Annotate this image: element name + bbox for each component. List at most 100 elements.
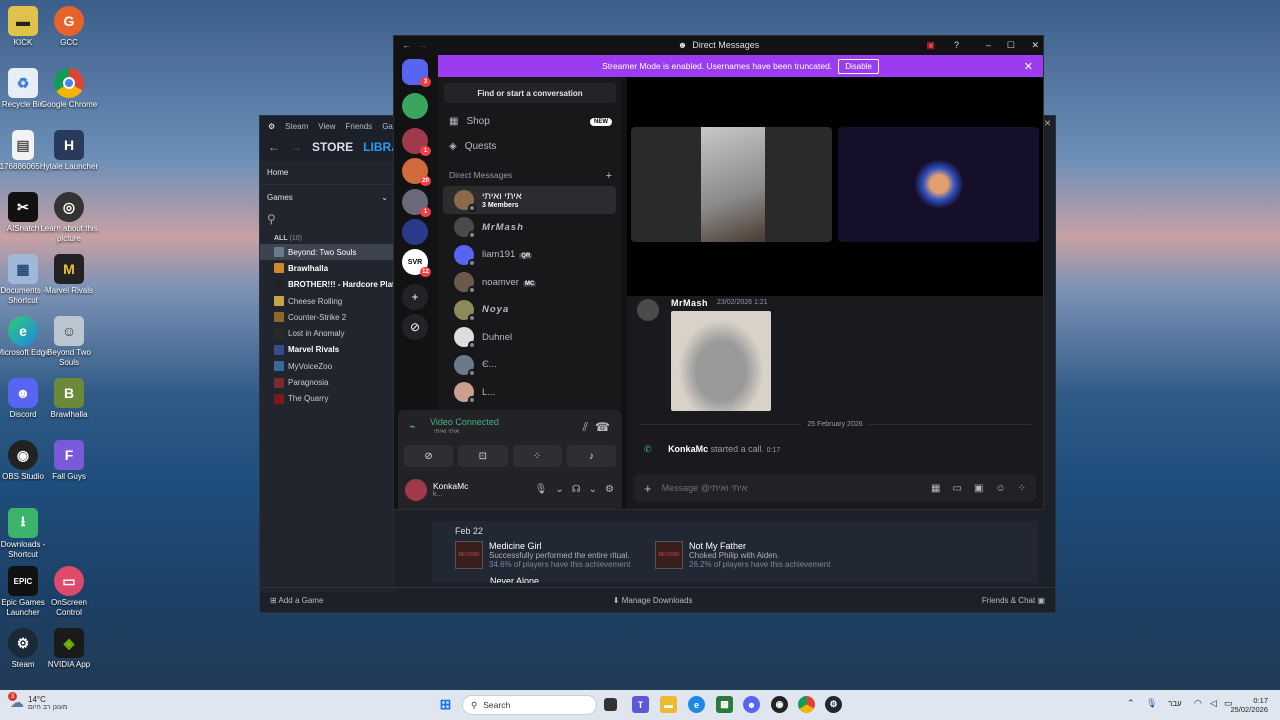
maximize-icon[interactable]: ☐ [1007, 40, 1015, 51]
explore-icon[interactable]: ⊘ [402, 314, 428, 340]
game-list-item[interactable]: MyVoiceZoo [260, 358, 395, 374]
desktop-icon-beyond[interactable]: ☺ Beyond Two Souls [46, 316, 92, 368]
chevron-down-icon[interactable]: ⌄ [589, 484, 597, 495]
game-list-item[interactable]: Beyond: Two Souls [260, 244, 395, 261]
server-avatar-icon[interactable]: 1 [402, 189, 431, 217]
task-view-icon[interactable] [604, 698, 617, 711]
desktop-icon-learn-picture[interactable]: ◎ Learn about this picture [40, 192, 98, 244]
store-tab[interactable]: STORE [312, 140, 353, 154]
video-tile[interactable] [838, 127, 1039, 242]
game-list-item[interactable]: Cheese Rolling [260, 293, 395, 309]
file-explorer-icon[interactable]: ▬ [660, 696, 677, 713]
sticker-icon[interactable]: ▣ [974, 483, 983, 494]
desktop-icon-hytale[interactable]: H Hytale Launcher [40, 130, 98, 172]
add-attachment-icon[interactable]: + [644, 481, 652, 496]
dm-list-item[interactable]: Noya [443, 296, 616, 324]
microphone-icon[interactable]: 🎙 [1146, 698, 1157, 709]
dm-list-item[interactable]: Є... [443, 351, 616, 379]
server-avatar-icon[interactable] [402, 93, 428, 119]
language-indicator[interactable]: עבר [1168, 699, 1182, 708]
steam-icon[interactable]: ⚙ [825, 696, 842, 713]
nav-shop[interactable]: ▦ Shop NEW [438, 109, 622, 134]
desktop-icon-brawlhalla[interactable]: B Brawlhalla [46, 378, 92, 420]
settings-gear-icon[interactable]: ⚙ [605, 484, 614, 495]
dm-list-item[interactable]: noamver MC [443, 269, 616, 297]
desktop-icon-nvidia[interactable]: ◈ NVIDIA App [46, 628, 92, 670]
back-arrow-icon[interactable]: ← [268, 140, 280, 154]
close-icon[interactable]: ✕ [1031, 40, 1039, 51]
obs-icon[interactable]: ◉ [771, 696, 788, 713]
game-list-item[interactable]: Marvel Rivals [260, 342, 395, 358]
server-avatar-icon[interactable]: 1 [402, 128, 431, 156]
achievement-item[interactable]: BEYOND Not My Father Choked Philip with A… [655, 541, 830, 569]
game-list-item[interactable]: Lost in Anomaly [260, 325, 395, 341]
discord-home-icon[interactable]: 3 [402, 59, 431, 87]
chrome-icon[interactable] [798, 696, 815, 713]
library-home[interactable]: Home [260, 161, 395, 185]
forward-arrow-icon[interactable]: → [290, 140, 302, 154]
dm-list-item[interactable]: MrMash [443, 214, 616, 242]
disconnect-icon[interactable]: ☎ [595, 420, 610, 434]
volume-icon[interactable]: ◁ [1210, 698, 1217, 709]
add-server-icon[interactable]: + [402, 284, 428, 310]
activities-icon[interactable]: ⁘ [512, 445, 562, 467]
close-icon[interactable]: ✕ [1024, 60, 1033, 73]
avatar[interactable] [405, 478, 427, 501]
game-list-item[interactable]: The Quarry [260, 391, 395, 407]
noise-suppression-icon[interactable]: ⫽ [583, 420, 588, 435]
desktop-icon-downloads[interactable]: ⭳ Downloads - Shortcut [0, 508, 46, 560]
server-avatar-icon[interactable]: SVR 12 [402, 249, 431, 277]
screen-share-icon[interactable]: ⊡ [458, 445, 508, 467]
disable-streamer-button[interactable]: Disable [838, 58, 879, 74]
steam-menu-friends[interactable]: Friends [346, 122, 373, 131]
manage-downloads-button[interactable]: ⬇ Manage Downloads [613, 596, 693, 605]
cat-gif-image[interactable] [671, 311, 771, 411]
chevron-up-icon[interactable]: ⌃ [1127, 698, 1135, 709]
minimize-icon[interactable]: – [986, 40, 991, 50]
game-list-item[interactable]: Paragnosia [260, 374, 395, 390]
taskbar-search[interactable]: ⚲ Search [462, 695, 597, 715]
start-windows-icon[interactable]: ⊞ [437, 696, 454, 713]
camera-off-icon[interactable]: ⊘ [404, 445, 454, 467]
library-search[interactable]: ⚲ [260, 209, 395, 229]
desktop-icon-documents[interactable]: ▦ Documents - Shortcut [0, 254, 46, 306]
add-game-button[interactable]: ⊞ Add a Game [270, 596, 323, 605]
server-avatar-icon[interactable] [402, 219, 428, 245]
discord-icon[interactable]: ☻ [743, 696, 760, 713]
steam-menu-view[interactable]: View [318, 122, 335, 131]
store-icon[interactable]: ▦ [716, 696, 733, 713]
desktop-icon-marvel[interactable]: M Marvel Rivals [45, 254, 93, 296]
weather-widget[interactable]: ☁ 3 14°C מעונן רב היום [8, 692, 68, 711]
find-conversation-button[interactable]: Find or start a conversation [444, 83, 616, 103]
edge-icon[interactable]: e [688, 696, 705, 713]
nav-quests[interactable]: ◈ Quests [438, 134, 622, 159]
screen-share-icon[interactable]: ▣ [926, 40, 935, 51]
game-list-item[interactable]: BROTHER!!! - Hardcore Plat [260, 277, 395, 293]
chevron-down-icon[interactable]: ⌄ [555, 484, 563, 495]
friends-chat-button[interactable]: Friends & Chat ▣ [982, 596, 1045, 605]
desktop-icon-chrome[interactable]: Google Chrome [41, 68, 97, 110]
dm-list-item[interactable]: liam191 QR [443, 241, 616, 269]
game-list-item[interactable]: Counter-Strike 2 [260, 309, 395, 325]
message-input[interactable]: + Message @איתי ואיתי ▦ ▭ ▣ ☺ ⁘ [634, 474, 1036, 502]
game-list-item[interactable]: Brawlhalla [260, 260, 395, 276]
dm-list-item[interactable]: איתי ואיתי 3 Members [443, 186, 616, 214]
server-avatar-icon[interactable]: 20 [402, 158, 431, 186]
dm-list-item[interactable]: Duhnel [443, 324, 616, 352]
wifi-icon[interactable]: ◠ [1194, 698, 1202, 709]
desktop-icon-fallguys[interactable]: F Fall Guys [46, 440, 92, 482]
message-author[interactable]: MrMash [671, 298, 708, 308]
gif-icon[interactable]: ▭ [952, 483, 961, 494]
video-tile[interactable] [631, 127, 832, 242]
steam-menu-steam[interactable]: Steam [285, 122, 308, 131]
soundboard-icon[interactable]: ♪ [566, 445, 616, 467]
forward-arrow-icon[interactable]: → [418, 40, 427, 50]
games-dropdown[interactable]: Games ⌄ [260, 185, 395, 209]
avatar[interactable] [637, 299, 659, 321]
close-icon[interactable]: × [1044, 116, 1051, 130]
clock[interactable]: 0:17 25/02/2026 [1228, 696, 1268, 714]
teams-icon[interactable]: T [632, 696, 649, 713]
add-dm-icon[interactable]: + [606, 170, 612, 182]
help-icon[interactable]: ? [954, 40, 959, 50]
headphones-icon[interactable]: ☊ [572, 484, 581, 495]
